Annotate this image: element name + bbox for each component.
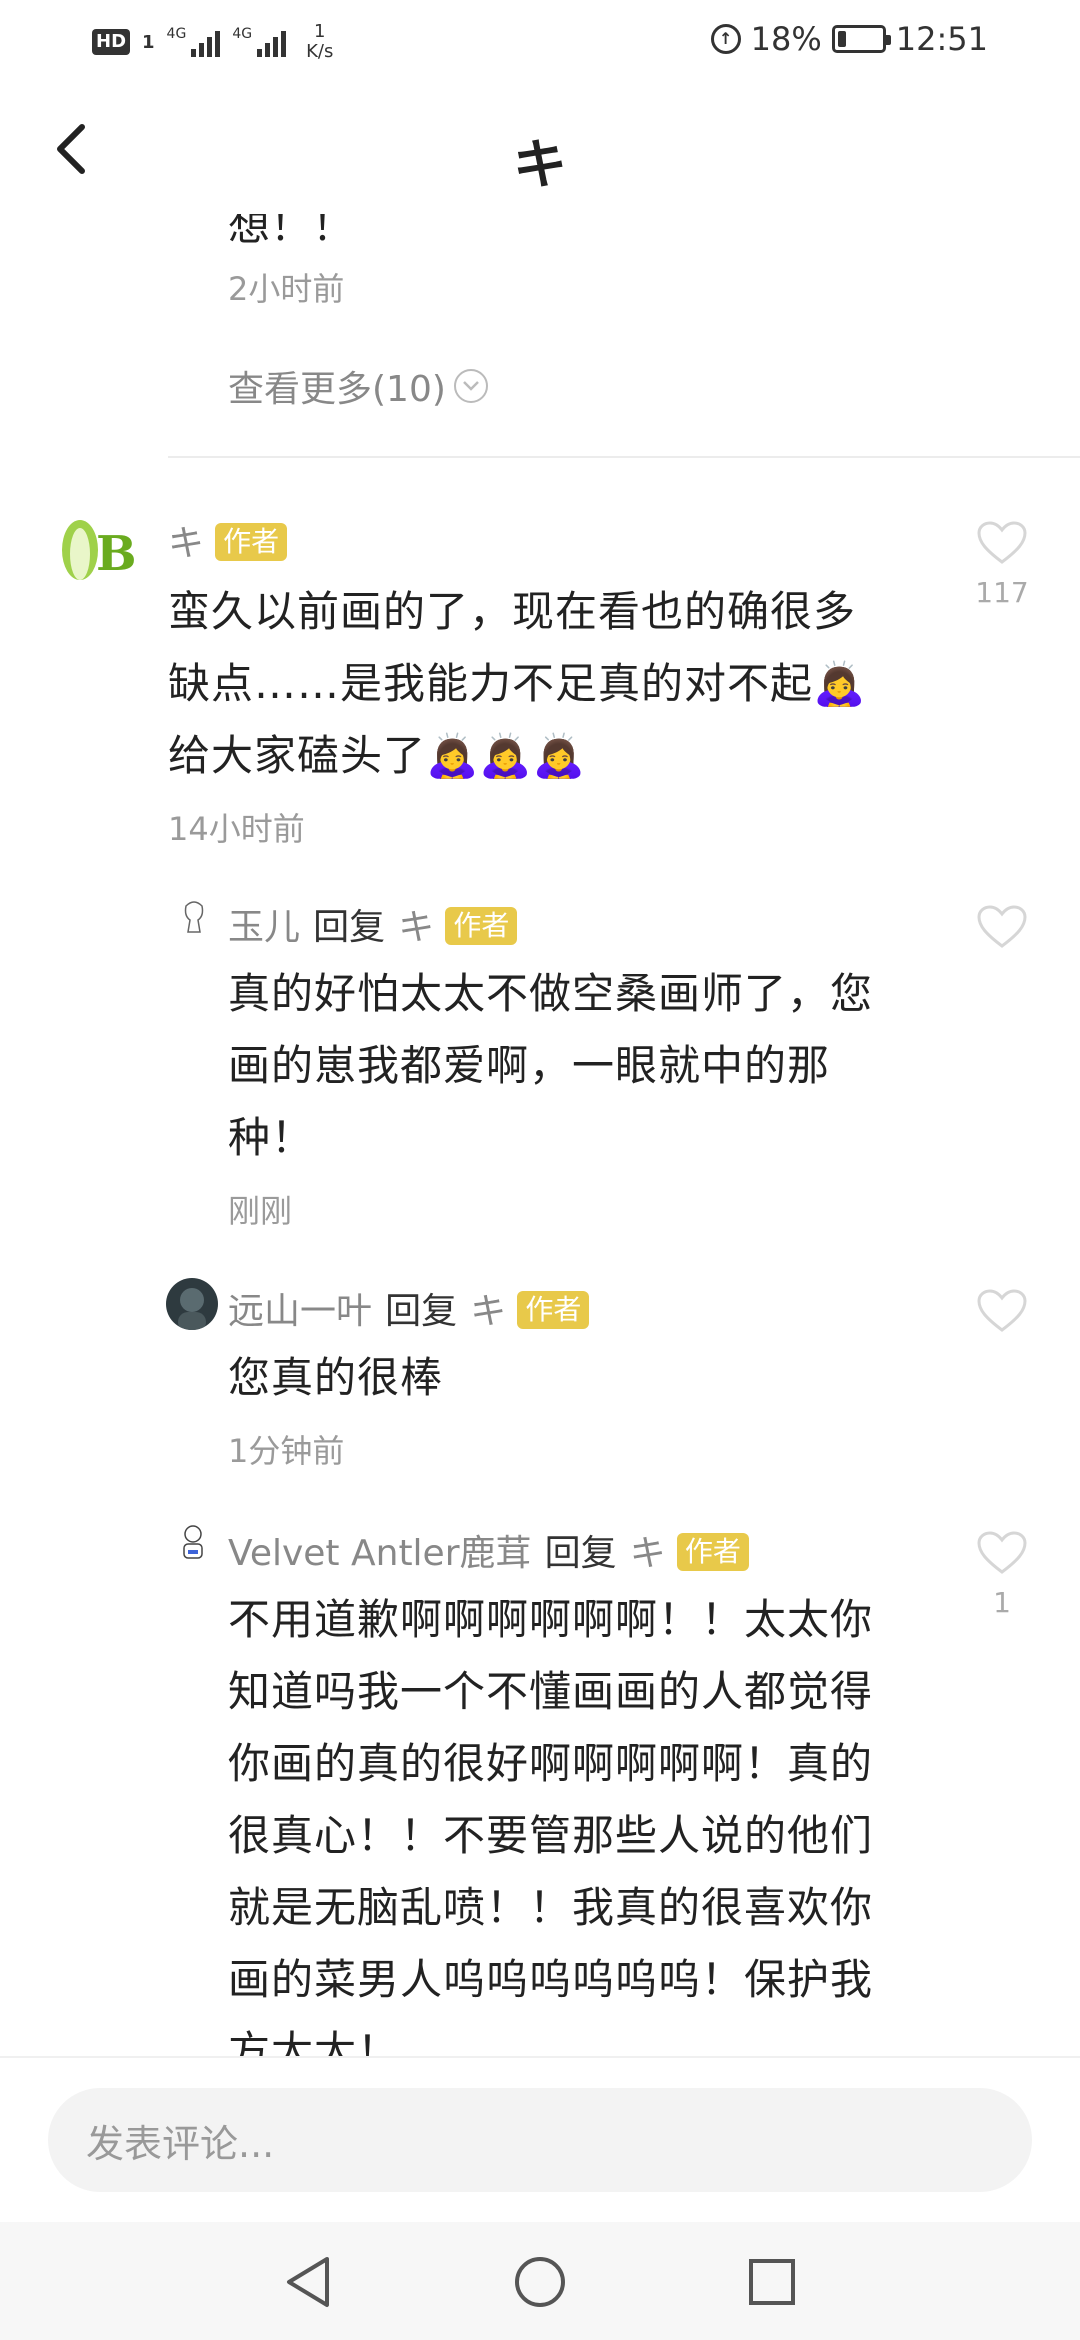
author-badge: 作者 — [445, 907, 518, 945]
reply-header: 玉儿 回复 キ 作者 — [228, 898, 518, 950]
clock: 12:51 — [895, 20, 988, 58]
reply-author-name[interactable]: 玉儿 — [228, 907, 300, 948]
hd-badge: HD — [92, 29, 131, 55]
reply-target-name[interactable]: キ — [470, 1291, 506, 1332]
network-speed: 1 K/s — [306, 22, 333, 62]
sketch-avatar-icon — [184, 901, 204, 933]
comment-line: 不用道歉啊啊啊啊啊啊！！太太你 — [228, 1595, 874, 1644]
comment-line: 就是无脑乱喷！！我真的很喜欢你 — [228, 1883, 874, 1932]
cartoon-avatar-icon — [183, 1525, 203, 1559]
nav-recent-button[interactable] — [742, 2252, 802, 2312]
speed-unit: K/s — [306, 41, 334, 62]
nav-home-circle-icon — [515, 2257, 565, 2307]
reply-target-name[interactable]: キ — [398, 907, 434, 948]
author-badge: 作者 — [676, 1533, 749, 1571]
avatar[interactable] — [166, 1278, 218, 1330]
comment-line: 给大家磕头了🙇‍♀️🙇‍♀️🙇‍♀️ — [168, 731, 586, 780]
comment-line: 您真的很棒 — [228, 1353, 444, 1402]
reply-time: 1分钟前 — [228, 1432, 345, 1470]
main-comment-text[interactable]: 蛮久以前画的了，现在看也的确很多 缺点……是我能力不足真的对不起🙇‍♀️ 给大家… — [168, 576, 958, 792]
reply-header: Velvet Antler鹿茸 回复 キ 作者 — [228, 1524, 749, 1576]
reply-word: 回复 — [544, 1533, 617, 1574]
system-nav-bar — [0, 2222, 1080, 2340]
nav-home-button[interactable] — [510, 2252, 570, 2312]
reply-time: 刚刚 — [228, 1192, 293, 1230]
like-button[interactable]: 1 — [962, 1530, 1042, 1619]
dark-portrait-avatar-icon — [178, 1288, 206, 1330]
author-badge: 作者 — [517, 1291, 590, 1329]
comment-line: 很真心！！不要管那些人说的他们 — [228, 1811, 874, 1860]
status-right: ↑ 18% 12:51 — [710, 20, 988, 58]
comment-list[interactable]: 想！！ 2小时前 查看更多(10) B キ 作者 蛮久以前画的了，现在看也的确很… — [0, 214, 1080, 2056]
network-type-label-2: 4G — [232, 26, 253, 42]
avatar[interactable] — [170, 1520, 216, 1566]
reply-word: 回复 — [313, 907, 386, 948]
battery-icon — [831, 25, 891, 53]
reply-text[interactable]: 真的好怕太太不做空桑画师了，您 画的崽我都爱啊，一眼就中的那 种！ — [228, 958, 948, 1174]
signal-icon-2: 4G — [232, 26, 287, 57]
comment-line: 画的崽我都爱啊，一眼就中的那 — [228, 1041, 831, 1090]
comment-line: 蛮久以前画的了，现在看也的确很多 — [168, 587, 857, 636]
comment-input-bar: 发表评论... — [0, 2056, 1080, 2222]
battery-percent: 18% — [750, 20, 822, 58]
heart-outline-icon — [977, 1289, 1027, 1332]
author-badge: 作者 — [215, 523, 288, 561]
nav-recent-square-icon — [749, 2259, 795, 2305]
avatar[interactable]: B — [56, 504, 140, 588]
like-count: 1 — [993, 1586, 1011, 1619]
comment-line: 缺点……是我能力不足真的对不起🙇‍♀️ — [168, 659, 867, 708]
speed-value: 1 — [313, 21, 326, 42]
reply-text[interactable]: 不用道歉啊啊啊啊啊啊！！太太你 知道吗我一个不懂画画的人都觉得 你画的真的很好啊… — [228, 1584, 948, 2056]
data-saver-icon: ↑ — [710, 24, 741, 54]
main-comment-header: キ 作者 — [168, 514, 288, 566]
like-button[interactable] — [962, 1288, 1042, 1338]
svg-text:B: B — [96, 526, 137, 582]
reply-author-name[interactable]: 远山一叶 — [228, 1291, 372, 1332]
reply-target-name[interactable]: キ — [630, 1533, 666, 1574]
avatar[interactable] — [172, 894, 216, 938]
network-type-label: 4G — [166, 26, 187, 42]
status-bar: HD 1 4G 4G 1 K/s ↑ 18% 12:51 — [0, 0, 1080, 84]
comment-input[interactable]: 发表评论... — [48, 2088, 1032, 2192]
chevron-down-circle-icon — [453, 369, 488, 403]
nav-back-button[interactable] — [278, 2252, 338, 2312]
nav-back-triangle-icon — [287, 2257, 329, 2307]
commenter-name[interactable]: キ — [168, 523, 204, 564]
reply-text[interactable]: 您真的很棒 — [228, 1342, 948, 1414]
previous-comment-tail: 想！！ — [228, 214, 355, 250]
comment-line: 真的好怕太太不做空桑画师了，您 — [228, 969, 874, 1018]
heart-outline-icon — [977, 905, 1027, 948]
battery-fill — [837, 31, 846, 47]
reply-word: 回复 — [385, 1291, 458, 1332]
header: キ — [0, 84, 1080, 214]
status-left: HD 1 4G 4G 1 K/s — [92, 22, 333, 62]
like-button[interactable] — [962, 904, 1042, 954]
signal-icon: 4G — [167, 27, 221, 57]
heart-outline-icon — [977, 521, 1027, 564]
view-more-replies[interactable]: 查看更多(10) — [228, 360, 488, 412]
main-comment-time: 14小时前 — [168, 810, 305, 848]
reply-author-name[interactable]: Velvet Antler鹿茸 — [228, 1533, 532, 1574]
divider — [168, 456, 1080, 458]
comment-line: 方太太！ — [228, 2027, 401, 2056]
reply-header: 远山一叶 回复 キ 作者 — [228, 1282, 590, 1334]
cabbage-avatar-icon: B — [62, 520, 137, 582]
like-button[interactable]: 117 — [962, 520, 1042, 609]
heart-outline-icon — [977, 1531, 1027, 1574]
comment-line: 画的菜男人呜呜呜呜呜呜！保护我 — [228, 1955, 874, 2004]
comment-line: 种！ — [228, 1113, 315, 1162]
like-count: 117 — [975, 576, 1029, 609]
previous-comment-time: 2小时前 — [228, 270, 345, 308]
view-more-label: 查看更多(10) — [228, 369, 446, 410]
comment-line: 你画的真的很好啊啊啊啊啊！真的 — [228, 1739, 874, 1788]
page-title: キ — [513, 133, 567, 196]
comment-line: 知道吗我一个不懂画画的人都觉得 — [228, 1667, 874, 1716]
sim-indicator: 1 — [142, 31, 155, 53]
